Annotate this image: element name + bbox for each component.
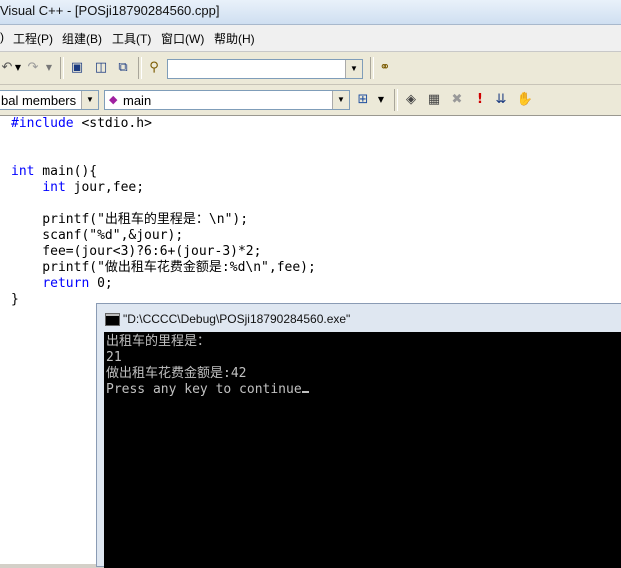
window-list-icon[interactable]: ⧉ [114,59,132,77]
menu-item-tools[interactable]: 工具(T) [112,30,151,47]
console-line-prompt: 出租车的里程是： [106,334,211,349]
source-code: #include <stdio.h> int main(){ int jour,… [11,116,316,308]
title-bar: Visual C++ - [POSji18790284560.cpp] [0,0,621,25]
breakpoint-hand-icon[interactable]: ✋ [516,91,534,109]
code-line-printf-prompt: printf("出租车的里程是：\n"); [11,212,249,227]
execute-icon[interactable]: ! [471,91,489,109]
console-app-icon [105,313,120,326]
standard-toolbar: ↶ ▼ ↷ ▼ ▣ ◫ ⧉ ⚲ ▼ ⚭ [0,52,621,85]
members-combo[interactable]: bal members ▼ [0,90,99,110]
code-line-main-signature: main(){ [34,164,98,179]
code-line-return-value: 0; [89,276,113,291]
toolbar-separator [370,57,374,79]
console-window[interactable]: "D:\CCCC\Debug\POSji18790284560.exe" 出租车… [96,303,621,568]
menu-item-partial[interactable]: ) [0,30,4,44]
code-keyword-return: return [42,276,90,291]
method-icon: ◆ [109,94,118,106]
wizard-bar: bal members ▼ ◆ main ▼ ⊞ ▼ ◈ ▦ ✖ ! ⇊ ✋ [0,85,621,116]
console-cursor [301,391,309,393]
toolbar-separator [138,57,142,79]
chevron-down-icon[interactable]: ▼ [81,91,98,109]
stop-build-icon[interactable]: ✖ [448,91,466,109]
console-output: 出租车的里程是： 21 做出租车花费金额是:42 Press any key t… [106,334,309,398]
workspace-icon[interactable]: ▣ [68,59,86,77]
chevron-down-icon[interactable]: ▼ [345,60,362,78]
code-line-fee-calc: fee=(jour<3)?6:6+(jour-3)*2; [11,244,262,259]
code-keyword-int: int [11,164,35,179]
menu-item-project[interactable]: 工程(P) [13,30,53,47]
console-screen[interactable]: 出租车的里程是： 21 做出租车花费金额是:42 Press any key t… [104,332,621,568]
console-line-continue: Press any key to continue [106,382,302,397]
menu-item-help[interactable]: 帮助(H) [214,30,255,47]
console-title: "D:\CCCC\Debug\POSji18790284560.exe" [123,312,351,326]
chevron-down-icon[interactable]: ▼ [332,91,349,109]
members-combo-value: bal members [1,93,77,108]
window-title: Visual C++ - [POSji18790284560.cpp] [0,3,220,18]
build-icon[interactable]: ▦ [425,91,443,109]
function-combo-value: main [123,93,152,108]
find-in-files-icon[interactable]: ⚲ [145,59,163,77]
code-keyword-int: int [42,180,66,195]
output-icon[interactable]: ◫ [92,59,110,77]
toolbar-separator [60,57,64,79]
code-line-include-target: <stdio.h> [73,116,152,131]
code-line-include-directive: #include [11,116,74,131]
console-line-result: 做出租车花费金额是:42 [106,366,247,381]
wizard-action-icon[interactable]: ⊞ [354,91,372,109]
wizard-action-dropdown-icon[interactable]: ▼ [372,91,390,109]
console-line-input: 21 [106,350,122,365]
menu-item-window[interactable]: 窗口(W) [161,30,204,47]
redo-dropdown-icon[interactable]: ▼ [40,59,58,77]
find-combo[interactable]: ▼ [167,59,363,79]
function-combo[interactable]: ◆ main ▼ [104,90,350,110]
find-icon[interactable]: ⚭ [376,59,394,77]
code-line-declarations: jour,fee; [65,180,145,195]
compile-icon[interactable]: ◈ [402,91,420,109]
go-icon[interactable]: ⇊ [492,91,510,109]
code-line-printf-result: printf("做出租车花费金额是:%d\n",fee); [11,260,316,275]
code-line-closing-brace: } [11,292,19,307]
code-line-scanf: scanf("%d",&jour); [11,228,184,243]
menu-item-build[interactable]: 组建(B) [62,30,102,47]
toolbar-separator [394,89,398,111]
menu-bar: ) 工程(P) 组建(B) 工具(T) 窗口(W) 帮助(H) [0,25,621,52]
